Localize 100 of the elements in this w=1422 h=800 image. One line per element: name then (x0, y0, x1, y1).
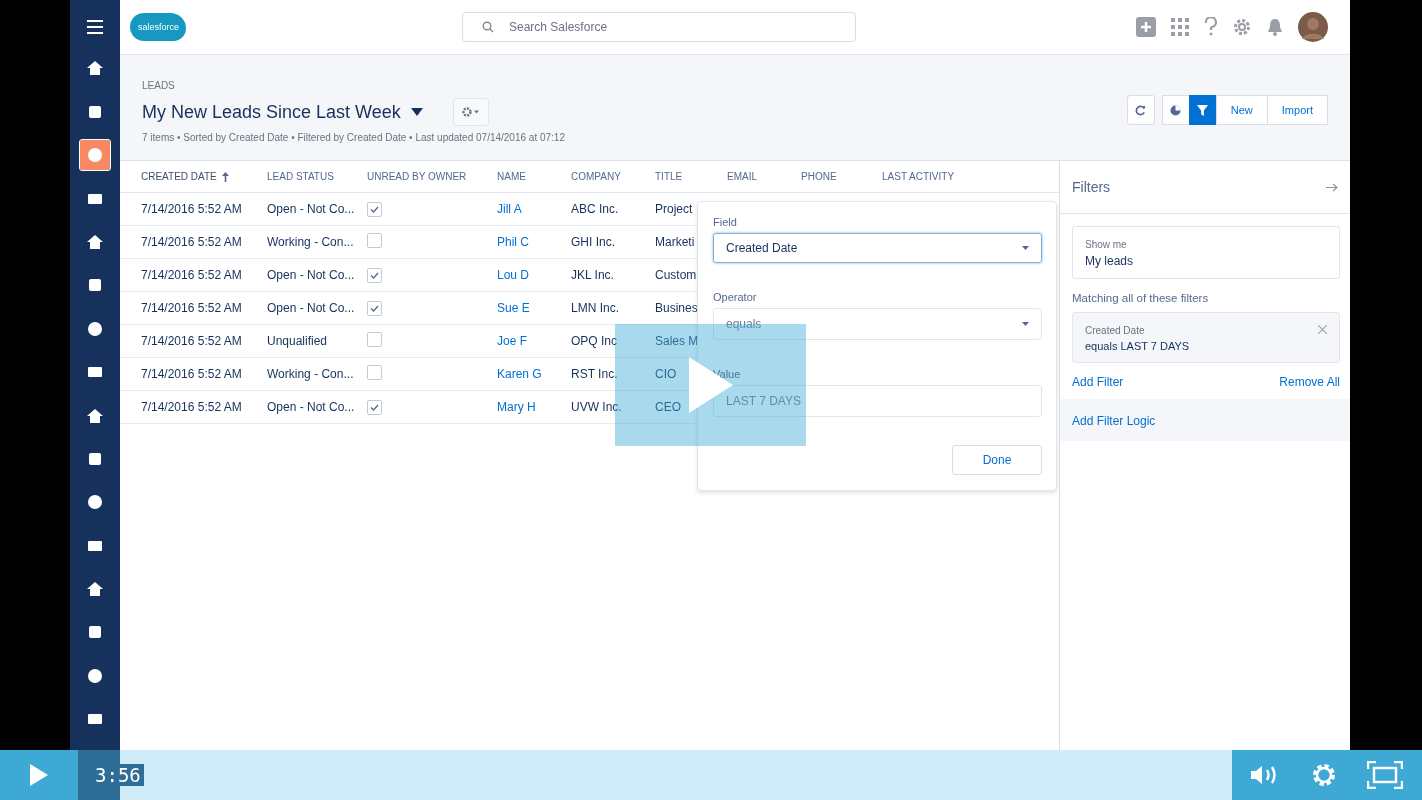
list-view-title: My New Leads Since Last Week (142, 101, 401, 123)
nav-icon (86, 493, 104, 512)
nav-icon (86, 232, 104, 251)
filter-icon (1197, 104, 1209, 116)
filter-card[interactable]: Created Date equals LAST 7 DAYS (1072, 312, 1340, 363)
table-cell: UVW Inc. (571, 400, 622, 414)
search-field[interactable]: Search Salesforce (462, 12, 856, 42)
table-cell: 7/14/2016 5:52 AM (141, 235, 242, 249)
check-icon (370, 205, 379, 213)
check-icon (370, 304, 379, 312)
app-launcher-icon[interactable] (1170, 17, 1190, 37)
show-me-card[interactable]: Show me My leads (1072, 226, 1340, 279)
field-label: Operator (713, 291, 757, 303)
table-cell: Open - Not Co... (267, 268, 355, 282)
filter-condition: equals LAST 7 DAYS (1085, 340, 1190, 352)
table-cell: Busines (655, 301, 698, 315)
add-filter-logic-link[interactable]: Add Filter Logic (1072, 414, 1156, 428)
table-cell: 7/14/2016 5:52 AM (141, 400, 242, 414)
play-button[interactable] (0, 750, 78, 800)
add-icon[interactable] (1136, 17, 1156, 37)
avatar[interactable] (1298, 12, 1328, 42)
filter-field: Created Date (1085, 325, 1190, 336)
nav-icon (86, 146, 104, 165)
table-cell: Unqualified (267, 334, 328, 348)
lead-name-link[interactable]: Joe F (497, 334, 527, 348)
panel-title: Filters (1072, 179, 1111, 195)
table-cell: 7/14/2016 5:52 AM (141, 301, 242, 315)
column-header[interactable]: LAST ACTIVITY (882, 171, 955, 182)
object-label: LEADS (142, 80, 176, 91)
section-label: Matching all of these filters (1072, 292, 1210, 304)
gear-icon (461, 107, 480, 117)
play-icon (30, 764, 48, 786)
lead-name-link[interactable]: Karen G (497, 367, 542, 381)
pie-chart-icon (1170, 104, 1182, 116)
add-filter-link[interactable]: Add Filter (1072, 375, 1124, 389)
list-summary: 7 items • Sorted by Created Date • Filtered by Created Date • Last updated 07/14/2016 at 07:12 (142, 132, 565, 143)
filter-button[interactable] (1188, 95, 1217, 125)
nav-icon (86, 580, 104, 599)
column-header[interactable]: PHONE (801, 171, 837, 182)
lead-name-link[interactable]: Phil C (497, 235, 529, 249)
done-button[interactable]: Done (952, 445, 1042, 475)
nav-icon (86, 59, 104, 78)
chart-button[interactable] (1161, 95, 1190, 125)
lead-name-link[interactable]: Lou D (497, 268, 530, 282)
column-header[interactable]: CREATED DATE (141, 171, 230, 182)
progress-bar[interactable]: 3:56 (78, 750, 1232, 800)
settings-icon[interactable] (1232, 17, 1252, 37)
action-button[interactable]: Import (1266, 95, 1328, 125)
table-cell: JKL Inc. (571, 268, 614, 282)
fullscreen-icon[interactable] (1367, 761, 1403, 789)
column-header[interactable]: EMAIL (727, 171, 757, 182)
table-cell: Working - Con... (267, 367, 354, 381)
list-settings-button[interactable] (452, 98, 489, 126)
table-cell: Custom (655, 268, 697, 282)
nav-icon (86, 406, 104, 425)
settings-icon[interactable] (1311, 762, 1337, 788)
refresh-icon (1135, 104, 1147, 116)
bell-icon[interactable] (1266, 17, 1284, 37)
card-value: My leads (1085, 254, 1135, 268)
caret-icon (1022, 322, 1029, 326)
caret-icon[interactable] (410, 108, 423, 116)
lead-name-link[interactable]: Sue E (497, 301, 530, 315)
logo[interactable]: salesforce (130, 13, 186, 41)
table-cell: ABC Inc. (571, 202, 619, 216)
nav-icon (86, 666, 104, 685)
column-header[interactable]: UNREAD BY OWNER (367, 171, 467, 182)
action-button[interactable]: New (1215, 95, 1268, 125)
arrow-right-icon[interactable] (1326, 182, 1338, 192)
table-cell: GHI Inc. (571, 235, 615, 249)
column-header[interactable]: COMPANY (571, 171, 621, 182)
table-cell: 7/14/2016 5:52 AM (141, 202, 242, 216)
table-cell: RST Inc. (571, 367, 618, 381)
card-label: Show me (1085, 239, 1128, 250)
table-cell: Open - Not Co... (267, 301, 355, 315)
table-cell: OPQ Inc (571, 334, 617, 348)
table-cell: 7/14/2016 5:52 AM (141, 268, 242, 282)
check-icon (370, 271, 379, 279)
field-select[interactable]: Created Date (713, 233, 1042, 263)
sort-ascending-icon[interactable] (222, 171, 230, 182)
table-cell: 7/14/2016 5:52 AM (141, 334, 242, 348)
column-header[interactable]: NAME (497, 171, 526, 182)
table-cell: Sales M (655, 334, 699, 348)
table-cell: 7/14/2016 5:52 AM (141, 367, 242, 381)
search-icon (482, 21, 494, 33)
table-cell: Marketi (655, 235, 695, 249)
table-cell: LMN Inc. (571, 301, 619, 315)
table-cell: Open - Not Co... (267, 400, 355, 414)
lead-name-link[interactable]: Jill A (497, 202, 522, 216)
table-cell: CIO (655, 367, 677, 381)
nav-icon (86, 319, 104, 338)
lead-name-link[interactable]: Mary H (497, 400, 536, 414)
refresh-button[interactable] (1126, 95, 1155, 125)
help-icon[interactable] (1204, 17, 1218, 37)
table-cell: Working - Con... (267, 235, 354, 249)
column-header[interactable]: LEAD STATUS (267, 171, 334, 182)
menu-icon[interactable] (87, 20, 103, 34)
remove-all-link[interactable]: Remove All (1279, 375, 1340, 389)
table-cell: Open - Not Co... (267, 202, 355, 216)
table-cell: Project (655, 202, 693, 216)
column-header[interactable]: TITLE (655, 171, 683, 182)
